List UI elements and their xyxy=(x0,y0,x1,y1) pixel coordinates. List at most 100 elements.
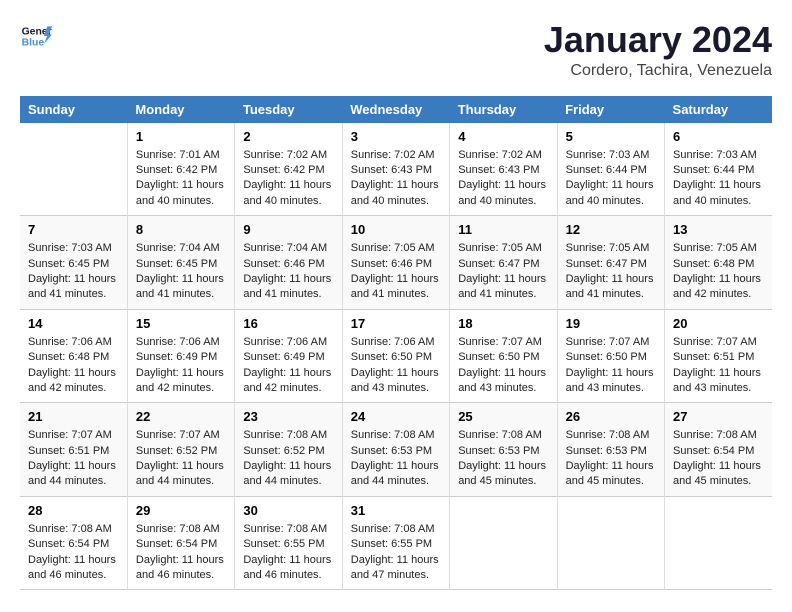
calendar-cell: 19Sunrise: 7:07 AM Sunset: 6:50 PM Dayli… xyxy=(557,309,664,403)
day-number: 30 xyxy=(243,503,333,518)
day-number: 28 xyxy=(28,503,119,518)
calendar-cell: 1Sunrise: 7:01 AM Sunset: 6:42 PM Daylig… xyxy=(127,123,234,216)
day-number: 3 xyxy=(351,129,441,144)
day-info: Sunrise: 7:08 AM Sunset: 6:53 PM Dayligh… xyxy=(351,428,441,490)
day-info: Sunrise: 7:08 AM Sunset: 6:53 PM Dayligh… xyxy=(458,428,548,490)
calendar-cell: 16 Sunrise: 7:06 AM Sunset: 6:49 PM Dayli… xyxy=(235,309,342,403)
day-number: 18 xyxy=(458,316,548,331)
day-info: Sunrise: 7:08 AM Sunset: 6:52 PM Dayligh… xyxy=(243,428,333,490)
column-header-thursday: Thursday xyxy=(450,96,557,123)
day-number: 19 xyxy=(566,316,656,331)
calendar-table: SundayMondayTuesdayWednesdayThursdayFrid… xyxy=(20,96,772,591)
calendar-cell: 30 Sunrise: 7:08 AM Sunset: 6:55 PM Dayli… xyxy=(235,496,342,590)
column-header-friday: Friday xyxy=(557,96,664,123)
day-number: 24 xyxy=(351,409,441,424)
day-info: Sunrise: 7:08 AM Sunset: 6:54 PM Dayligh… xyxy=(28,522,119,584)
calendar-cell: 11 Sunrise: 7:05 AM Sunset: 6:47 PM Dayli… xyxy=(450,216,557,310)
calendar-cell: 6 Sunrise: 7:03 AM Sunset: 6:44 PM Daylig… xyxy=(665,123,772,216)
calendar-cell: 23 Sunrise: 7:08 AM Sunset: 6:52 PM Dayli… xyxy=(235,403,342,497)
calendar-cell: 4Sunrise: 7:02 AM Sunset: 6:43 PM Daylig… xyxy=(450,123,557,216)
day-info: Sunrise: 7:07 AM Sunset: 6:50 PM Dayligh… xyxy=(458,335,548,397)
calendar-cell: 27 Sunrise: 7:08 AM Sunset: 6:54 PM Dayli… xyxy=(665,403,772,497)
day-info: Sunrise: 7:08 AM Sunset: 6:54 PM Dayligh… xyxy=(136,522,226,584)
day-info: Sunrise: 7:06 AM Sunset: 6:50 PM Dayligh… xyxy=(351,335,441,397)
day-info: Sunrise: 7:02 AM Sunset: 6:43 PM Dayligh… xyxy=(351,148,441,210)
day-number: 4 xyxy=(458,129,548,144)
day-number: 27 xyxy=(673,409,764,424)
day-number: 31 xyxy=(351,503,441,518)
calendar-cell: 10 Sunrise: 7:05 AM Sunset: 6:46 PM Dayli… xyxy=(342,216,449,310)
month-title: January 2024 xyxy=(544,20,772,60)
day-info: Sunrise: 7:06 AM Sunset: 6:49 PM Dayligh… xyxy=(136,335,226,397)
day-info: Sunrise: 7:08 AM Sunset: 6:54 PM Dayligh… xyxy=(673,428,764,490)
day-info: Sunrise: 7:07 AM Sunset: 6:51 PM Dayligh… xyxy=(28,428,119,490)
day-number: 21 xyxy=(28,409,119,424)
calendar-cell: 24 Sunrise: 7:08 AM Sunset: 6:53 PM Dayli… xyxy=(342,403,449,497)
week-row-2: 7 Sunrise: 7:03 AM Sunset: 6:45 PM Daylig… xyxy=(20,216,772,310)
day-number: 17 xyxy=(351,316,441,331)
calendar-cell xyxy=(450,496,557,590)
title-block: January 2024 Cordero, Tachira, Venezuela xyxy=(544,20,772,80)
day-number: 7 xyxy=(28,222,119,237)
location: Cordero, Tachira, Venezuela xyxy=(544,62,772,80)
calendar-cell: 3 Sunrise: 7:02 AM Sunset: 6:43 PM Daylig… xyxy=(342,123,449,216)
day-number: 23 xyxy=(243,409,333,424)
day-number: 20 xyxy=(673,316,764,331)
day-info: Sunrise: 7:02 AM Sunset: 6:42 PM Dayligh… xyxy=(243,148,333,210)
day-number: 11 xyxy=(458,222,548,237)
calendar-header-row: SundayMondayTuesdayWednesdayThursdayFrid… xyxy=(20,96,772,123)
week-row-3: 14 Sunrise: 7:06 AM Sunset: 6:48 PM Dayli… xyxy=(20,309,772,403)
day-info: Sunrise: 7:05 AM Sunset: 6:47 PM Dayligh… xyxy=(458,241,548,303)
calendar-cell: 12Sunrise: 7:05 AM Sunset: 6:47 PM Dayli… xyxy=(557,216,664,310)
day-info: Sunrise: 7:08 AM Sunset: 6:55 PM Dayligh… xyxy=(243,522,333,584)
calendar-cell: 28 Sunrise: 7:08 AM Sunset: 6:54 PM Dayli… xyxy=(20,496,127,590)
day-number: 14 xyxy=(28,316,119,331)
calendar-cell: 29 Sunrise: 7:08 AM Sunset: 6:54 PM Dayli… xyxy=(127,496,234,590)
logo-icon: General Blue xyxy=(20,20,52,52)
day-number: 1 xyxy=(136,129,226,144)
day-number: 29 xyxy=(136,503,226,518)
column-header-monday: Monday xyxy=(127,96,234,123)
column-header-wednesday: Wednesday xyxy=(342,96,449,123)
day-number: 16 xyxy=(243,316,333,331)
calendar-cell: 31 Sunrise: 7:08 AM Sunset: 6:55 PM Dayli… xyxy=(342,496,449,590)
calendar-cell: 20 Sunrise: 7:07 AM Sunset: 6:51 PM Dayli… xyxy=(665,309,772,403)
week-row-4: 21 Sunrise: 7:07 AM Sunset: 6:51 PM Dayli… xyxy=(20,403,772,497)
day-info: Sunrise: 7:03 AM Sunset: 6:45 PM Dayligh… xyxy=(28,241,119,303)
calendar-cell: 9 Sunrise: 7:04 AM Sunset: 6:46 PM Daylig… xyxy=(235,216,342,310)
day-info: Sunrise: 7:06 AM Sunset: 6:48 PM Dayligh… xyxy=(28,335,119,397)
calendar-cell xyxy=(665,496,772,590)
calendar-cell xyxy=(20,123,127,216)
calendar-cell: 2Sunrise: 7:02 AM Sunset: 6:42 PM Daylig… xyxy=(235,123,342,216)
day-info: Sunrise: 7:08 AM Sunset: 6:55 PM Dayligh… xyxy=(351,522,441,584)
day-info: Sunrise: 7:04 AM Sunset: 6:45 PM Dayligh… xyxy=(136,241,226,303)
day-number: 5 xyxy=(566,129,656,144)
day-number: 13 xyxy=(673,222,764,237)
calendar-cell xyxy=(557,496,664,590)
day-info: Sunrise: 7:05 AM Sunset: 6:47 PM Dayligh… xyxy=(566,241,656,303)
calendar-cell: 14 Sunrise: 7:06 AM Sunset: 6:48 PM Dayli… xyxy=(20,309,127,403)
day-number: 6 xyxy=(673,129,764,144)
day-info: Sunrise: 7:05 AM Sunset: 6:46 PM Dayligh… xyxy=(351,241,441,303)
logo: General Blue xyxy=(20,20,52,52)
day-info: Sunrise: 7:08 AM Sunset: 6:53 PM Dayligh… xyxy=(566,428,656,490)
day-info: Sunrise: 7:05 AM Sunset: 6:48 PM Dayligh… xyxy=(673,241,764,303)
calendar-cell: 5 Sunrise: 7:03 AM Sunset: 6:44 PM Daylig… xyxy=(557,123,664,216)
day-number: 25 xyxy=(458,409,548,424)
day-number: 8 xyxy=(136,222,226,237)
day-number: 10 xyxy=(351,222,441,237)
svg-text:Blue: Blue xyxy=(22,38,45,49)
calendar-cell: 21 Sunrise: 7:07 AM Sunset: 6:51 PM Dayli… xyxy=(20,403,127,497)
day-info: Sunrise: 7:07 AM Sunset: 6:51 PM Dayligh… xyxy=(673,335,764,397)
day-info: Sunrise: 7:03 AM Sunset: 6:44 PM Dayligh… xyxy=(673,148,764,210)
day-info: Sunrise: 7:06 AM Sunset: 6:49 PM Dayligh… xyxy=(243,335,333,397)
calendar-cell: 7 Sunrise: 7:03 AM Sunset: 6:45 PM Daylig… xyxy=(20,216,127,310)
day-info: Sunrise: 7:03 AM Sunset: 6:44 PM Dayligh… xyxy=(566,148,656,210)
calendar-cell: 15Sunrise: 7:06 AM Sunset: 6:49 PM Dayli… xyxy=(127,309,234,403)
calendar-cell: 18 Sunrise: 7:07 AM Sunset: 6:50 PM Dayli… xyxy=(450,309,557,403)
column-header-tuesday: Tuesday xyxy=(235,96,342,123)
calendar-cell: 22Sunrise: 7:07 AM Sunset: 6:52 PM Dayli… xyxy=(127,403,234,497)
day-info: Sunrise: 7:04 AM Sunset: 6:46 PM Dayligh… xyxy=(243,241,333,303)
day-number: 9 xyxy=(243,222,333,237)
calendar-cell: 17 Sunrise: 7:06 AM Sunset: 6:50 PM Dayli… xyxy=(342,309,449,403)
